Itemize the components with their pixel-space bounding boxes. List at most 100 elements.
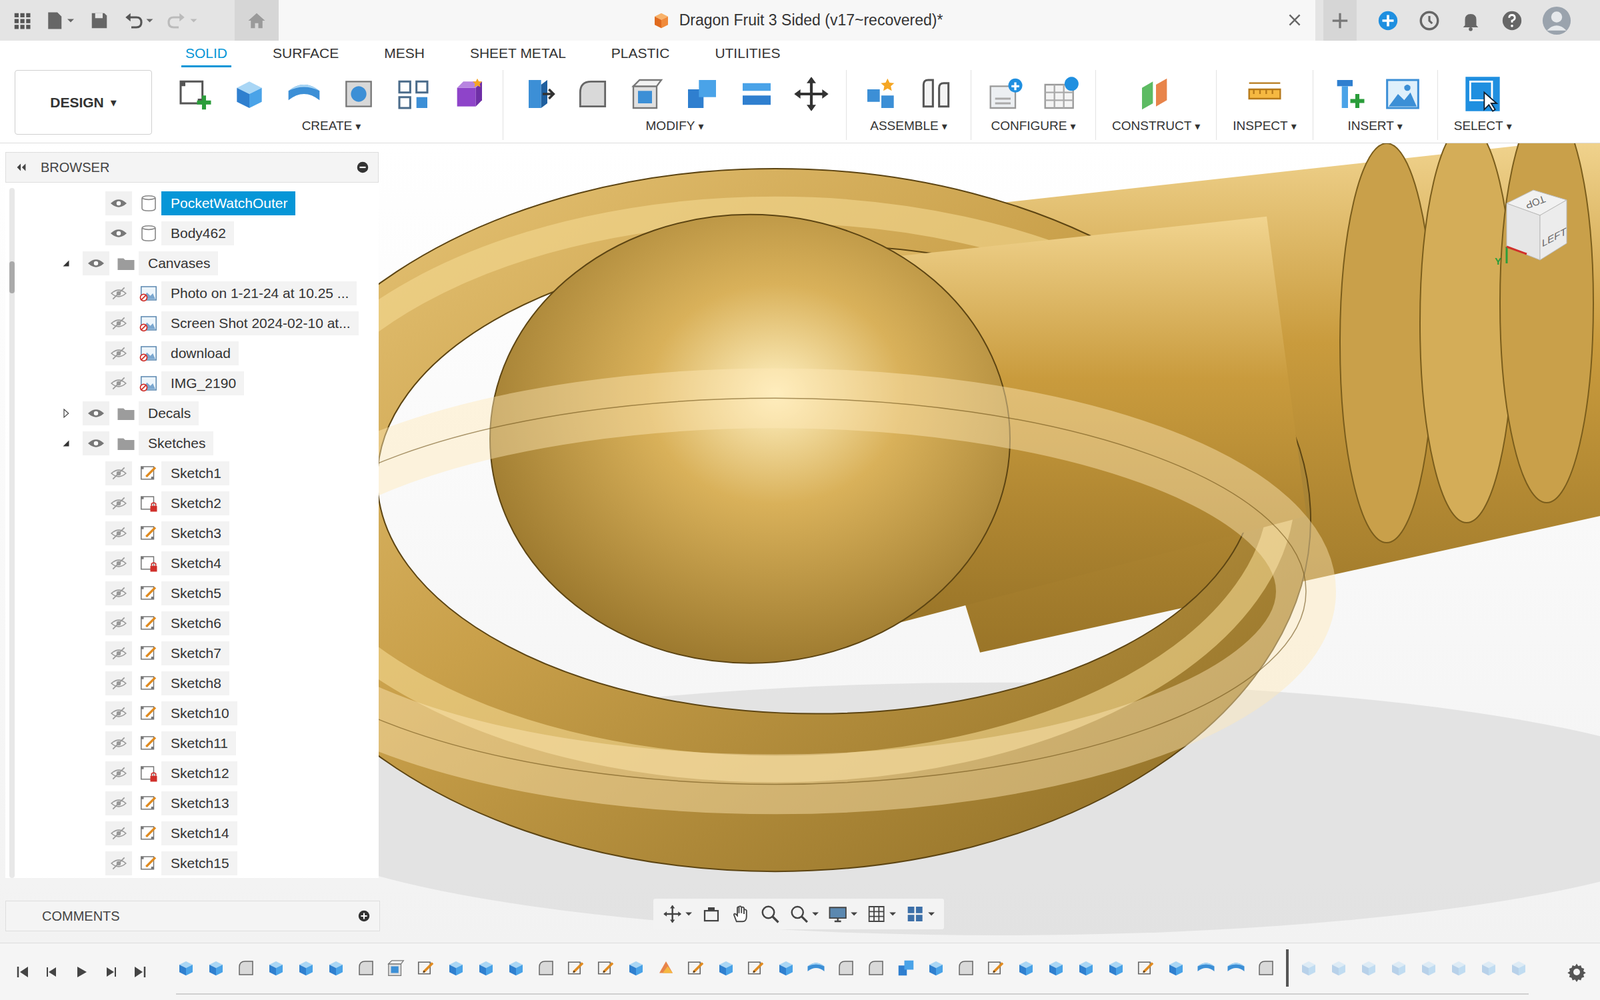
app-grid-icon[interactable] xyxy=(12,10,32,31)
grid-settings-icon[interactable] xyxy=(866,904,896,924)
tree-label[interactable]: Sketch12 xyxy=(161,761,238,786)
box-icon[interactable] xyxy=(1046,958,1066,978)
plane-icon[interactable] xyxy=(1137,75,1175,113)
box-icon[interactable] xyxy=(326,958,346,978)
box-icon[interactable] xyxy=(1418,958,1439,978)
fillet-icon[interactable] xyxy=(356,958,376,978)
toolbar-group-menu[interactable]: ASSEMBLE▾ xyxy=(870,118,947,134)
document-tab[interactable]: Dragon Fruit 3 Sided (v17~recovered)* xyxy=(278,0,1316,41)
tree-label[interactable]: Sketches xyxy=(138,431,214,456)
tree-label[interactable]: Sketch8 xyxy=(161,671,230,696)
ribbon-tab[interactable]: SHEET METAL xyxy=(466,40,570,68)
tree-label[interactable]: Sketch6 xyxy=(161,611,230,636)
box-icon[interactable] xyxy=(1508,958,1529,978)
toolbar-group-menu[interactable]: INSPECT▾ xyxy=(1232,118,1296,134)
pan-hand-icon[interactable] xyxy=(730,904,751,924)
display-settings-icon[interactable] xyxy=(828,904,858,924)
ribbon-tab[interactable]: PLASTIC xyxy=(607,40,674,68)
tree-label[interactable]: Sketch11 xyxy=(161,731,236,756)
tree-label[interactable]: Sketch4 xyxy=(161,551,230,576)
sketch-icon[interactable] xyxy=(176,75,214,113)
tsketch-icon[interactable] xyxy=(416,958,436,978)
ribbon-tab[interactable]: SURFACE xyxy=(268,40,343,68)
box-icon[interactable] xyxy=(716,958,736,978)
combine-icon[interactable] xyxy=(683,75,721,113)
ribbon-tab[interactable]: UTILITIES xyxy=(710,40,784,68)
tree-label[interactable]: Decals xyxy=(138,401,199,426)
tree-row[interactable]: download xyxy=(14,338,379,368)
fillet-icon[interactable] xyxy=(574,75,612,113)
ribbon-tab[interactable]: MESH xyxy=(380,40,429,68)
scrollbar[interactable] xyxy=(9,188,15,878)
hole-icon[interactable] xyxy=(340,75,378,113)
form-icon[interactable] xyxy=(449,75,487,113)
fillet-icon[interactable] xyxy=(836,958,856,978)
eye-hidden-icon[interactable] xyxy=(110,374,128,392)
tree-label[interactable]: Sketch3 xyxy=(161,521,230,546)
tree-row[interactable]: Sketch4 xyxy=(14,548,379,578)
tree-row[interactable]: Sketch6 xyxy=(14,608,379,638)
workspace-switcher[interactable]: DESIGN▾ xyxy=(14,70,152,135)
tree-label[interactable]: Sketch13 xyxy=(161,791,238,816)
eye-hidden-icon[interactable] xyxy=(110,554,128,572)
redo-icon[interactable] xyxy=(166,10,198,31)
box-icon[interactable] xyxy=(446,958,466,978)
combine-icon[interactable] xyxy=(896,958,916,978)
measure-icon[interactable] xyxy=(1246,75,1284,113)
new-tab-button[interactable] xyxy=(1323,0,1357,41)
tree-label[interactable]: Sketch5 xyxy=(161,581,230,606)
eye-hidden-icon[interactable] xyxy=(110,734,128,752)
notifications-bell-icon[interactable] xyxy=(1459,9,1482,32)
play-icon[interactable] xyxy=(73,964,90,980)
tree-label[interactable]: download xyxy=(161,341,239,366)
tree-row[interactable]: Sketch7 xyxy=(14,638,379,668)
eye-hidden-icon[interactable] xyxy=(110,584,128,602)
tree-label[interactable]: Body462 xyxy=(161,221,234,246)
orbit-icon[interactable] xyxy=(662,904,692,924)
collapse-panel-icon[interactable] xyxy=(14,160,29,175)
eye-hidden-icon[interactable] xyxy=(110,614,128,632)
box-icon[interactable] xyxy=(626,958,646,978)
tree-label[interactable]: IMG_2190 xyxy=(161,371,244,396)
box-icon[interactable] xyxy=(1166,958,1186,978)
tree-row[interactable]: Sketch1 xyxy=(14,458,379,488)
eye-hidden-icon[interactable] xyxy=(110,704,128,722)
toolbar-group-menu[interactable]: CONFIGURE▾ xyxy=(990,118,1076,134)
box-icon[interactable] xyxy=(296,958,316,978)
tree-row[interactable]: Sketches xyxy=(14,428,379,458)
eye-hidden-icon[interactable] xyxy=(110,494,128,512)
go-to-start-icon[interactable] xyxy=(14,964,31,980)
press-icon[interactable] xyxy=(519,75,557,113)
fillet-icon[interactable] xyxy=(236,958,256,978)
revolve-icon[interactable] xyxy=(1196,958,1216,978)
box-icon[interactable] xyxy=(176,958,196,978)
minimize-panel-icon[interactable] xyxy=(355,160,370,175)
tree-row[interactable]: IMG_2190 xyxy=(14,368,379,398)
expanded-triangle-icon[interactable] xyxy=(60,437,72,450)
fillet-icon[interactable] xyxy=(956,958,976,978)
save-icon[interactable] xyxy=(89,10,110,31)
box-icon[interactable] xyxy=(1388,958,1409,978)
box-icon[interactable] xyxy=(1016,958,1036,978)
step-forward-icon[interactable] xyxy=(102,964,119,980)
viewport[interactable]: BROWSERPocketWatchOuterBody462CanvasesPh… xyxy=(0,143,1600,943)
fillet-icon[interactable] xyxy=(1256,958,1276,978)
eye-hidden-icon[interactable] xyxy=(110,344,128,362)
tree-label[interactable]: Sketch15 xyxy=(161,851,238,876)
toolbar-group-menu[interactable]: MODIFY▾ xyxy=(646,118,704,134)
revolve-icon[interactable] xyxy=(806,958,826,978)
box-icon[interactable] xyxy=(1448,958,1469,978)
eye-hidden-icon[interactable] xyxy=(110,464,128,482)
move-icon[interactable] xyxy=(792,75,830,113)
tree-row[interactable]: Screen Shot 2024-02-10 at... xyxy=(14,308,379,338)
tsketch-icon[interactable] xyxy=(686,958,706,978)
eye-icon[interactable] xyxy=(87,404,105,422)
eye-hidden-icon[interactable] xyxy=(110,854,128,872)
config-icon[interactable] xyxy=(987,75,1025,113)
image-icon[interactable] xyxy=(1384,75,1422,113)
box-icon[interactable] xyxy=(476,958,496,978)
tsketch-icon[interactable] xyxy=(566,958,586,978)
tree-label[interactable]: Sketch14 xyxy=(161,821,238,846)
tree-row[interactable]: Photo on 1-21-24 at 10.25 ... xyxy=(14,278,379,308)
box-icon[interactable] xyxy=(926,958,946,978)
